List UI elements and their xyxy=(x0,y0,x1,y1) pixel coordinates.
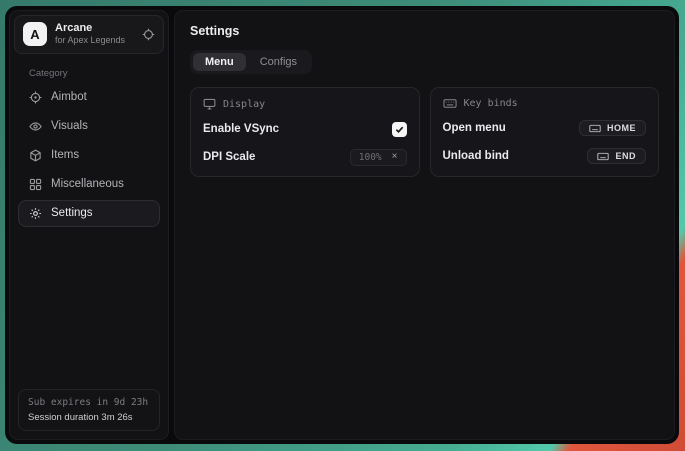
category-label: Category xyxy=(29,68,168,79)
app-subtitle: for Apex Legends xyxy=(55,35,125,47)
sidebar-item-settings[interactable]: Settings xyxy=(18,200,160,227)
profile-card: A Arcane for Apex Legends xyxy=(14,15,164,54)
grid-icon xyxy=(29,178,42,191)
sidebar-item-miscellaneous[interactable]: Miscellaneous xyxy=(18,171,160,198)
setting-row-open-menu: Open menu HOME xyxy=(443,119,647,137)
display-card-title: Display xyxy=(223,99,265,110)
display-card: Display Enable VSync DPI Scale xyxy=(190,87,420,177)
app-name: Arcane xyxy=(55,22,125,35)
desktop-background: A Arcane for Apex Legends Category xyxy=(0,0,685,451)
settings-cards: Display Enable VSync DPI Scale xyxy=(190,87,659,177)
main-panel: Settings Menu Configs Display xyxy=(174,10,675,440)
clear-icon[interactable]: × xyxy=(392,152,398,162)
unload-bind-keybind-button[interactable]: END xyxy=(587,148,646,164)
crosshair-icon xyxy=(29,91,42,104)
sidebar-item-label: Visuals xyxy=(51,120,88,132)
dpi-label: DPI Scale xyxy=(203,151,255,163)
setting-row-unload-bind: Unload bind END xyxy=(443,147,647,165)
sidebar-item-label: Items xyxy=(51,149,79,161)
dpi-scale-value: 100% xyxy=(359,152,382,163)
vsync-checkbox[interactable] xyxy=(392,122,407,137)
unload-bind-label: Unload bind xyxy=(443,150,509,162)
tab-bar: Menu Configs xyxy=(190,50,312,74)
tab-configs[interactable]: Configs xyxy=(248,53,309,71)
sidebar-item-label: Miscellaneous xyxy=(51,178,124,190)
unload-bind-key: END xyxy=(615,151,636,161)
keybinds-card-header: Key binds xyxy=(443,98,647,109)
sidebar-item-aimbot[interactable]: Aimbot xyxy=(18,84,160,111)
gear-icon xyxy=(29,207,42,220)
keybinds-card-title: Key binds xyxy=(464,98,518,109)
vsync-label: Enable VSync xyxy=(203,123,279,135)
profile-text: Arcane for Apex Legends xyxy=(55,22,125,47)
display-card-header: Display xyxy=(203,98,407,110)
session-info-card: Sub expires in 9d 23h Session duration 3… xyxy=(18,389,160,431)
sidebar: A Arcane for Apex Legends Category xyxy=(9,10,169,440)
keybinds-card: Key binds Open menu HOME xyxy=(430,87,660,177)
sidebar-item-label: Settings xyxy=(51,207,93,219)
app-window: A Arcane for Apex Legends Category xyxy=(5,6,679,444)
open-menu-key: HOME xyxy=(607,123,636,133)
session-duration-text: Session duration 3m 26s xyxy=(28,412,150,423)
setting-row-dpi: DPI Scale 100% × xyxy=(203,148,407,166)
app-logo: A xyxy=(23,22,47,46)
sidebar-item-items[interactable]: Items xyxy=(18,142,160,169)
setting-row-vsync: Enable VSync xyxy=(203,120,407,138)
monitor-icon xyxy=(203,98,216,110)
keyboard-icon xyxy=(443,98,457,109)
open-menu-label: Open menu xyxy=(443,122,506,134)
tab-menu[interactable]: Menu xyxy=(193,53,246,71)
target-icon[interactable] xyxy=(142,28,155,41)
keyboard-icon xyxy=(589,124,601,133)
sidebar-item-label: Aimbot xyxy=(51,91,87,103)
eye-icon xyxy=(29,120,42,133)
sidebar-item-visuals[interactable]: Visuals xyxy=(18,113,160,140)
sidebar-nav: Aimbot Visuals xyxy=(10,84,168,227)
cube-icon xyxy=(29,149,42,162)
open-menu-keybind-button[interactable]: HOME xyxy=(579,120,646,136)
dpi-scale-input[interactable]: 100% × xyxy=(350,149,407,166)
page-title: Settings xyxy=(190,24,659,38)
keyboard-icon xyxy=(597,152,609,161)
sub-expiry-text: Sub expires in 9d 23h xyxy=(28,397,150,408)
